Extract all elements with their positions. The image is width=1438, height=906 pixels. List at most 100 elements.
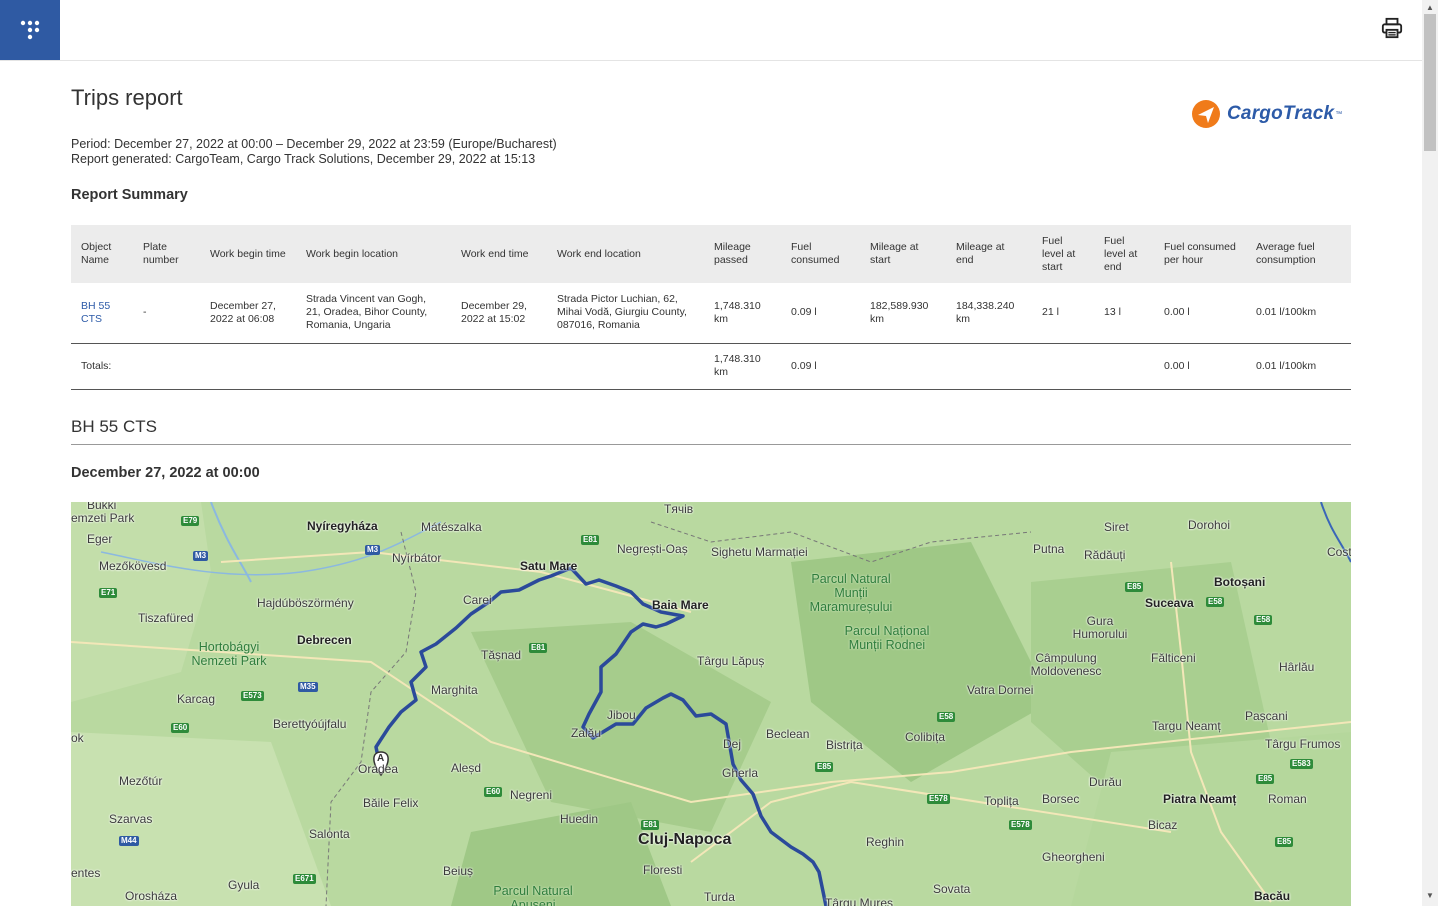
map-city-label: Durău — [1089, 775, 1122, 789]
road-shield: E583 — [1290, 759, 1313, 769]
map-city-label: Beiuș — [443, 864, 474, 878]
map-city-label: Baia Mare — [652, 598, 709, 612]
map-city-label: Szarvas — [109, 812, 153, 826]
map-city-label: emzeti Park — [71, 511, 135, 525]
map-city-label: Dej — [723, 737, 742, 751]
map-city-label: Mezőkövesd — [99, 559, 167, 573]
col-mileage-end: Mileage at end — [946, 225, 1032, 283]
road-shield: E58 — [1206, 597, 1225, 607]
map-city-label: Salonta — [309, 827, 350, 841]
road-shield: E79 — [181, 516, 200, 526]
map-city-label: Beclean — [766, 727, 810, 741]
map-city-label: Karcag — [177, 692, 216, 706]
map-city-label: Bistrița — [826, 738, 863, 752]
table-cell — [1094, 342, 1154, 390]
map-city-label: Nyíregyháza — [307, 519, 378, 533]
road-shield: E85 — [1125, 582, 1144, 592]
table-cell: 0.09 l — [791, 306, 817, 319]
road-shield: E671 — [293, 874, 316, 884]
map-city-label: Gherla — [722, 766, 759, 780]
map-city-label: Negreni — [510, 788, 553, 802]
map-city-label: Bicaz — [1148, 818, 1178, 832]
table-cell — [946, 342, 1032, 390]
dots-logo-icon — [20, 20, 40, 40]
brand-name: CargoTrack — [1227, 103, 1335, 124]
print-button[interactable] — [1378, 14, 1406, 42]
map-city-label: Eger — [87, 532, 113, 546]
totals-row: Totals: 1,748.310 km 0.09 l 0.00 l 0.01 … — [71, 342, 1351, 390]
report-period: Period: December 27, 2022 at 00:00 – Dec… — [71, 137, 557, 151]
summary-heading: Report Summary — [71, 187, 188, 203]
map-city-label: Gyula — [228, 878, 260, 892]
table-cell: December 29, 2022 at 15:02 — [461, 299, 527, 325]
object-link[interactable]: BH 55 CTS — [81, 300, 110, 325]
map-city-label: Tășnad — [481, 648, 522, 662]
table-cell — [296, 342, 451, 390]
map-city-label: Roman — [1268, 792, 1307, 806]
map-city-label: Târgu Frumos — [1265, 737, 1341, 751]
summary-header-row: Object Name Plate number Work begin time… — [71, 225, 1351, 283]
scroll-thumb[interactable] — [1424, 14, 1436, 151]
road-shield: E578 — [1009, 820, 1032, 830]
app-logo[interactable] — [0, 0, 60, 60]
table-cell[interactable]: BH 55 CTS — [71, 283, 133, 343]
map-city-label: Tiszafüred — [138, 611, 194, 625]
road-shield: E81 — [641, 820, 660, 830]
map-city-label: Dorohoi — [1188, 518, 1231, 532]
totals-label: Totals: — [71, 342, 133, 390]
map-city-label: Hârlău — [1279, 660, 1315, 674]
road-shield: M35 — [298, 682, 318, 692]
map-city-label: Toplița — [984, 794, 1019, 808]
cargotrack-logo-icon — [1192, 100, 1220, 128]
map-city-label: Orosháza — [125, 889, 178, 903]
table-cell: Strada Pictor Luchian, 62, Mihai Vodă, G… — [557, 293, 687, 332]
map-city-label: Gheorgheni — [1042, 850, 1105, 864]
map-city-label: Negrești-Oaș — [617, 542, 688, 556]
brand-trademark: ™ — [1335, 110, 1343, 118]
map-city-label: Bacău — [1254, 889, 1291, 903]
table-cell: 182,589.930 km — [870, 299, 929, 325]
map-city-label: Sovata — [933, 882, 971, 896]
map-city-label: Rădăuți — [1084, 548, 1126, 562]
map-city-label: Floresti — [643, 863, 683, 877]
road-shield: E81 — [581, 535, 600, 545]
map-city-label: entes — [71, 866, 101, 880]
map-city-label: Berettyóújfalu — [273, 717, 347, 731]
map-city-label: Băile Felix — [363, 796, 419, 810]
trip-map[interactable]: A Bukki emzeti Park Eger Mezőkövesd Nyír… — [71, 502, 1351, 906]
map-city-label: Zalău — [571, 726, 602, 740]
map-city-label: Huedin — [560, 812, 599, 826]
map-city-label: Târgu Mureș — [825, 896, 894, 906]
road-shield: E58 — [1254, 615, 1273, 625]
road-shield: E85 — [815, 762, 834, 772]
table-cell: 1,748.310 km — [714, 299, 761, 325]
brand-logo: CargoTrack ™ — [1191, 99, 1342, 129]
map-city-label: Debrecen — [297, 633, 352, 647]
scroll-down-icon[interactable]: ▼ — [1426, 891, 1434, 900]
map-city-label: Gura Humorului — [1072, 614, 1128, 641]
road-shield: E60 — [171, 723, 190, 733]
map-city-label: Putna — [1033, 542, 1065, 556]
table-cell: 0.01 l/100km — [1256, 306, 1317, 319]
map-city-label: Turda — [704, 890, 735, 904]
map-city-label: ok — [71, 731, 84, 745]
report-generated: Report generated: CargoTeam, Cargo Track… — [71, 152, 536, 166]
map-city-label: Targu Neamț — [1152, 719, 1221, 733]
map-city-label: Suceava — [1145, 596, 1194, 610]
map-park-label: Parcul Național Munții Rodnei — [844, 624, 930, 652]
vertical-scrollbar[interactable]: ▲ ▼ — [1422, 0, 1438, 906]
col-fuel-per-hour: Fuel consumed per hour — [1154, 225, 1246, 283]
table-cell — [133, 342, 200, 390]
summary-table: Object Name Plate number Work begin time… — [71, 225, 1351, 390]
col-work-begin-time: Work begin time — [200, 225, 296, 283]
table-cell — [1032, 342, 1094, 390]
scroll-up-icon[interactable]: ▲ — [1426, 3, 1434, 12]
map-city-label: Cost — [1327, 545, 1351, 559]
table-cell — [547, 342, 704, 390]
map-park-label: Parcul Natural Apuseni — [493, 884, 573, 906]
map-city-label: Borsec — [1042, 792, 1080, 806]
map-city-label: Câmpulung Moldovenesc — [1030, 651, 1102, 678]
map-city-label: Nyírbátor — [392, 551, 442, 565]
vehicle-heading: BH 55 CTS — [71, 417, 1351, 445]
road-shield: E71 — [99, 588, 118, 598]
